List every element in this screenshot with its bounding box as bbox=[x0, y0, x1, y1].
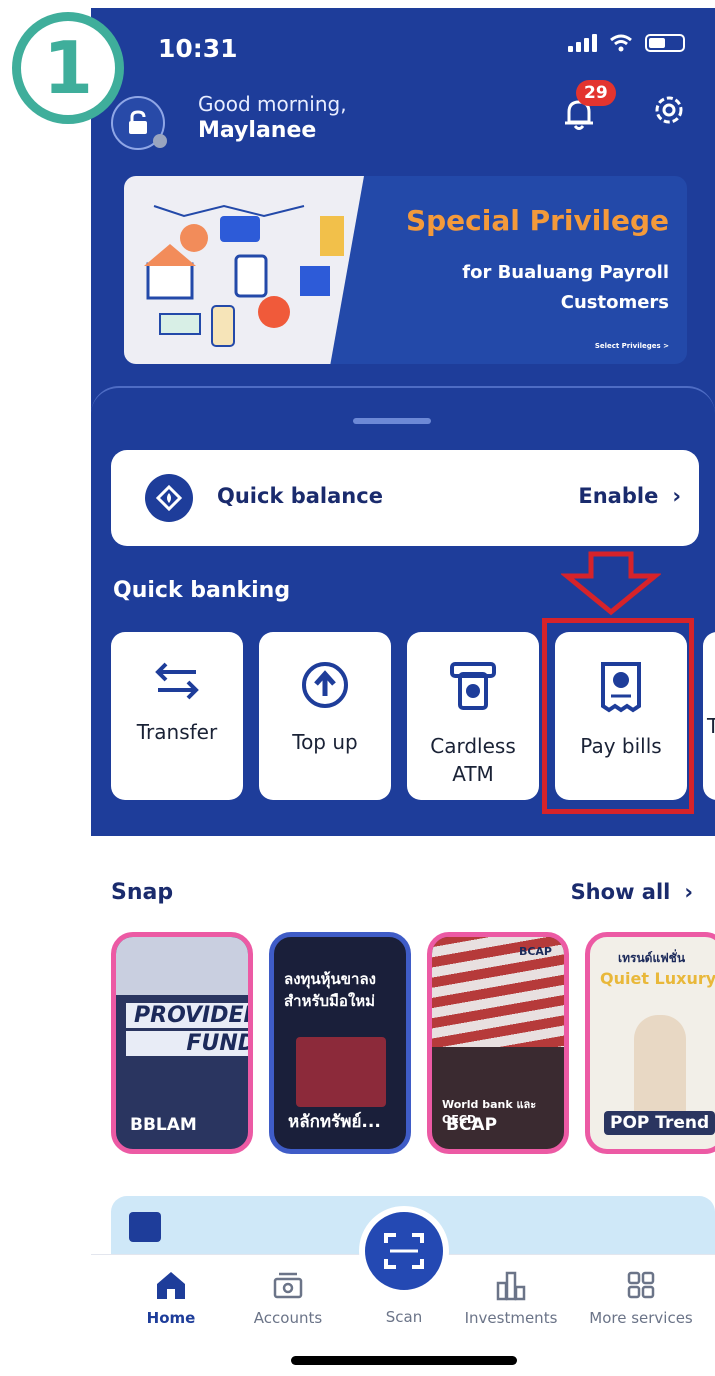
header: 10:31 Good morning, Maylanee 29 Special … bbox=[91, 8, 715, 428]
nav-label: More services bbox=[589, 1309, 693, 1327]
snap-card[interactable]: ลงทุนหุ้นขาลง สำหรับมือใหม่ หลักทรัพย์..… bbox=[269, 932, 411, 1154]
signal-icon bbox=[568, 34, 597, 52]
snap-card[interactable]: BCAP World bank และ OECD BCAP bbox=[427, 932, 569, 1154]
show-all-button[interactable]: Show all › bbox=[571, 880, 693, 904]
promo-banner[interactable]: Special Privilege for Bualuang Payroll C… bbox=[124, 176, 687, 364]
tile-label-line1: Cardless bbox=[430, 734, 516, 758]
greeting-text: Good morning, bbox=[198, 92, 347, 116]
snap-caption: หลักทรัพย์... bbox=[288, 1112, 381, 1132]
quick-banking-title: Quick banking bbox=[113, 578, 291, 603]
cardless-atm-tile[interactable]: Cardless ATM bbox=[407, 632, 539, 800]
snap-headline-2: Quiet Luxury bbox=[600, 969, 715, 988]
arrow-down-icon bbox=[561, 551, 661, 616]
pay-bills-highlight bbox=[542, 618, 694, 814]
phone-screen: 10:31 Good morning, Maylanee 29 Special … bbox=[91, 8, 715, 1376]
drag-handle[interactable] bbox=[353, 418, 431, 424]
snap-card[interactable]: PROVIDENT FUND BBLAM bbox=[111, 932, 253, 1154]
top-up-tile[interactable]: Top up bbox=[259, 632, 391, 800]
partial-tile[interactable]: T bbox=[703, 632, 715, 800]
snap-headline-2: FUND bbox=[126, 1031, 248, 1056]
quick-balance-card[interactable]: Quick balance Enable › bbox=[111, 450, 699, 546]
tile-label: Top up bbox=[292, 730, 358, 754]
top-up-icon bbox=[302, 662, 348, 708]
grid-icon bbox=[627, 1271, 655, 1299]
gift-icon bbox=[129, 1212, 161, 1242]
nav-accounts[interactable]: Accounts bbox=[228, 1269, 348, 1327]
chevron-right-icon: › bbox=[684, 880, 693, 904]
accounts-icon bbox=[273, 1272, 303, 1299]
nav-home[interactable]: Home bbox=[111, 1269, 231, 1327]
nav-label: Investments bbox=[464, 1309, 558, 1327]
snap-card[interactable]: เทรนด์แฟชั่น Quiet Luxury POP Trend bbox=[585, 932, 715, 1154]
home-icon bbox=[157, 1272, 185, 1299]
scan-icon bbox=[384, 1233, 424, 1269]
tile-label: Transfer bbox=[136, 720, 218, 744]
snap-headline: ลงทุนหุ้นขาลง bbox=[284, 970, 376, 988]
banner-illustration bbox=[124, 176, 364, 364]
user-name: Maylanee bbox=[198, 118, 317, 143]
battery-icon bbox=[645, 34, 685, 52]
wifi-icon bbox=[610, 34, 632, 52]
show-all-label: Show all bbox=[570, 880, 671, 904]
snap-headline: BCAP bbox=[518, 945, 552, 958]
enable-label: Enable bbox=[578, 484, 659, 508]
gear-icon[interactable] bbox=[649, 90, 689, 130]
snap-headline-2: สำหรับมือใหม่ bbox=[284, 992, 376, 1010]
snap-title: Snap bbox=[111, 880, 174, 905]
tile-label: T bbox=[707, 714, 715, 738]
snap-caption: POP Trend bbox=[604, 1111, 715, 1135]
transfer-icon bbox=[155, 662, 199, 700]
scan-label: Scan bbox=[385, 1308, 423, 1326]
status-time: 10:31 bbox=[158, 34, 238, 63]
status-icons bbox=[568, 34, 685, 52]
notification-badge: 29 bbox=[576, 80, 616, 106]
banner-subtitle-2: Customers bbox=[560, 292, 669, 313]
model-image bbox=[634, 1015, 686, 1125]
snap-headline: PROVIDENT bbox=[126, 1003, 248, 1028]
tile-label-line2: ATM bbox=[452, 762, 494, 786]
enable-button[interactable]: Enable › bbox=[578, 484, 681, 508]
home-indicator[interactable] bbox=[291, 1356, 517, 1365]
status-dot bbox=[153, 134, 167, 148]
banner-title: Special Privilege bbox=[405, 204, 669, 237]
quick-balance-label: Quick balance bbox=[217, 484, 383, 508]
step-number-badge: 1 bbox=[12, 12, 124, 124]
banner-subtitle-1: for Bualuang Payroll bbox=[462, 262, 669, 283]
scan-button[interactable] bbox=[359, 1206, 449, 1296]
snap-caption: BCAP bbox=[446, 1115, 498, 1135]
nav-more-services[interactable]: More services bbox=[581, 1269, 701, 1327]
snap-carousel: PROVIDENT FUND BBLAM ลงทุนหุ้นขาลง สำหรั… bbox=[111, 932, 715, 1162]
keyboard-image bbox=[116, 937, 248, 995]
nav-label: Home bbox=[146, 1309, 196, 1327]
investments-icon bbox=[496, 1271, 526, 1301]
diamond-icon bbox=[145, 474, 193, 522]
nav-label: Accounts bbox=[253, 1309, 323, 1327]
greeting: Good morning, Maylanee bbox=[198, 92, 347, 143]
snap-headline: เทรนด์แฟชั่น bbox=[618, 951, 686, 965]
tile-label: Cardless ATM bbox=[430, 732, 516, 788]
atm-icon bbox=[450, 662, 496, 710]
bear-image bbox=[296, 1037, 386, 1107]
banner-link[interactable]: Select Privileges > bbox=[595, 342, 669, 350]
transfer-tile[interactable]: Transfer bbox=[111, 632, 243, 800]
chevron-right-icon: › bbox=[672, 484, 681, 508]
nav-investments[interactable]: Investments bbox=[451, 1269, 571, 1327]
snap-caption: BBLAM bbox=[130, 1115, 197, 1135]
